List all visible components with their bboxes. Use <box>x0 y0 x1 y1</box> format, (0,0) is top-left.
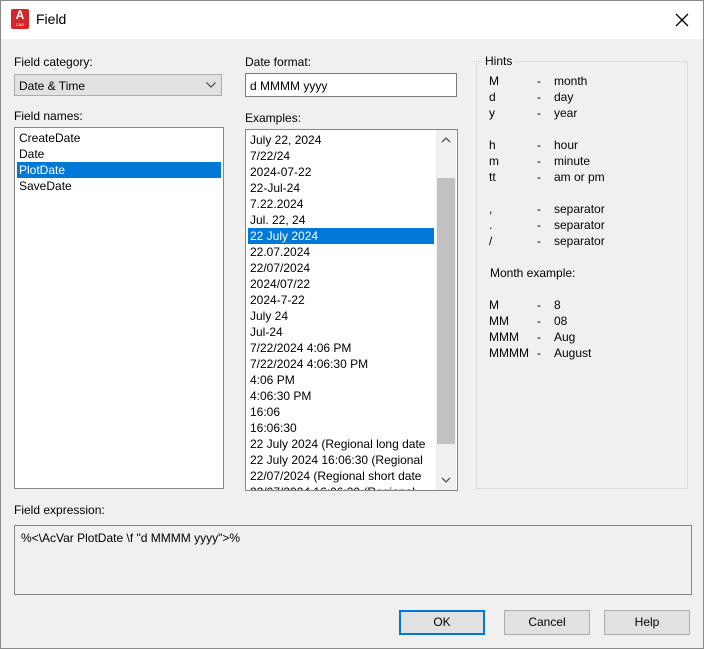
field-name-item[interactable]: PlotDate <box>17 162 221 178</box>
hint-code: . <box>489 218 493 232</box>
field-names-list[interactable]: CreateDate Date PlotDate SaveDate <box>14 127 224 489</box>
example-item[interactable]: 22 July 2024 <box>248 228 434 244</box>
hint-meaning: day <box>554 90 574 104</box>
field-name-item[interactable]: Date <box>17 146 221 162</box>
hint-meaning: separator <box>554 202 605 216</box>
chevron-up-icon[interactable] <box>436 130 456 150</box>
example-item[interactable]: 22 July 2024 16:06:30 (Regional <box>248 452 434 468</box>
hint-dash: - <box>537 74 541 88</box>
example-item[interactable]: 2024-7-22 <box>248 292 434 308</box>
hint-meaning: minute <box>554 154 591 168</box>
hint-code: M <box>489 74 499 88</box>
hint-meaning: hour <box>554 138 579 152</box>
hint-code: MM <box>489 314 509 328</box>
example-item[interactable]: 22/07/2024 16:06:30 (Regional <box>248 484 434 490</box>
autocad-app-icon: A CAD <box>11 9 29 29</box>
example-item[interactable]: 2024-07-22 <box>248 164 434 180</box>
hint-meaning: Aug <box>554 330 576 344</box>
examples-list[interactable]: 22/07/2024 16:06:30 (Regional22/07/2024 … <box>245 129 458 491</box>
hint-dash: - <box>537 90 541 104</box>
hint-dash: - <box>537 218 541 232</box>
hint-code: M <box>489 298 499 312</box>
field-expression-value: %<\AcVar PlotDate \f "d MMMM yyyy">% <box>21 531 241 545</box>
field-category-dropdown[interactable]: Date & Time <box>14 74 222 96</box>
date-format-input[interactable]: d MMMM yyyy <box>245 73 457 97</box>
field-dialog: A CAD Field Field category: Date & Time … <box>0 0 704 649</box>
hint-meaning: 8 <box>554 298 561 312</box>
field-category-label: Field category: <box>14 55 93 69</box>
example-item[interactable]: July 24 <box>248 308 434 324</box>
hint-code: , <box>489 202 493 216</box>
example-item[interactable]: 7/22/24 <box>248 148 434 164</box>
close-icon[interactable] <box>668 7 696 33</box>
example-item[interactable]: 7.22.2024 <box>248 196 434 212</box>
hint-code: m <box>489 154 499 168</box>
hint-meaning: August <box>554 346 592 360</box>
hint-meaning: month <box>554 74 588 88</box>
example-item[interactable]: 22.07.2024 <box>248 244 434 260</box>
hints-title: Hints <box>482 54 516 68</box>
hint-code: MMM <box>489 330 519 344</box>
field-expression-box[interactable]: %<\AcVar PlotDate \f "d MMMM yyyy">% <box>14 525 692 595</box>
hint-dash: - <box>537 106 541 120</box>
example-item[interactable]: 22 July 2024 (Regional long date <box>248 436 434 452</box>
example-item[interactable]: 22-Jul-24 <box>248 180 434 196</box>
hint-dash: - <box>537 170 541 184</box>
hint-dash: - <box>537 298 541 312</box>
example-item[interactable]: 22/07/2024 (Regional short date <box>248 468 434 484</box>
hint-meaning: separator <box>554 218 605 232</box>
field-name-item[interactable]: CreateDate <box>17 130 221 146</box>
example-item[interactable]: 4:06:30 PM <box>248 388 434 404</box>
example-item[interactable]: Jul-24 <box>248 324 434 340</box>
example-item[interactable]: 2024/07/22 <box>248 276 434 292</box>
hint-code: / <box>489 234 493 248</box>
example-item[interactable]: Jul. 22, 24 <box>248 212 434 228</box>
date-format-value: d MMMM yyyy <box>250 79 328 93</box>
example-item[interactable]: 4:06 PM <box>248 372 434 388</box>
hint-dash: - <box>537 154 541 168</box>
window-title: Field <box>36 11 67 27</box>
examples-scrollbar[interactable] <box>436 130 456 490</box>
hint-code: MMMM <box>489 346 529 360</box>
chevron-down-icon <box>206 82 216 88</box>
month-example-label: Month example: <box>490 266 576 280</box>
title-bar: A CAD Field <box>1 1 703 39</box>
hint-meaning: separator <box>554 234 605 248</box>
hint-dash: - <box>537 138 541 152</box>
example-item[interactable]: 7/22/2024 4:06 PM <box>248 340 434 356</box>
hint-meaning: year <box>554 106 578 120</box>
hint-dash: - <box>537 346 541 360</box>
examples-label: Examples: <box>245 111 302 125</box>
hint-dash: - <box>537 330 541 344</box>
cancel-button[interactable]: Cancel <box>504 610 590 635</box>
field-name-item[interactable]: SaveDate <box>17 178 221 194</box>
hint-dash: - <box>537 234 541 248</box>
example-item[interactable]: 7/22/2024 4:06:30 PM <box>248 356 434 372</box>
chevron-down-icon[interactable] <box>436 470 456 490</box>
scrollbar-thumb[interactable] <box>437 178 455 444</box>
example-item[interactable]: 16:06 <box>248 404 434 420</box>
example-item[interactable]: July 22, 2024 <box>248 132 434 148</box>
field-category-value: Date & Time <box>19 79 86 93</box>
hint-meaning: am or pm <box>554 170 605 184</box>
example-item[interactable]: 16:06:30 <box>248 420 434 436</box>
hint-code: d <box>489 90 496 104</box>
hint-dash: - <box>537 314 541 328</box>
date-format-label: Date format: <box>245 55 312 69</box>
ok-button[interactable]: OK <box>399 610 485 635</box>
hint-dash: - <box>537 202 541 216</box>
example-item[interactable]: 22/07/2024 <box>248 260 434 276</box>
field-expression-label: Field expression: <box>14 503 105 517</box>
help-button[interactable]: Help <box>604 610 690 635</box>
hint-meaning: 08 <box>554 314 568 328</box>
field-names-label: Field names: <box>14 109 83 123</box>
hint-code: tt <box>489 170 496 184</box>
hint-code: h <box>489 138 496 152</box>
hint-code: y <box>489 106 495 120</box>
